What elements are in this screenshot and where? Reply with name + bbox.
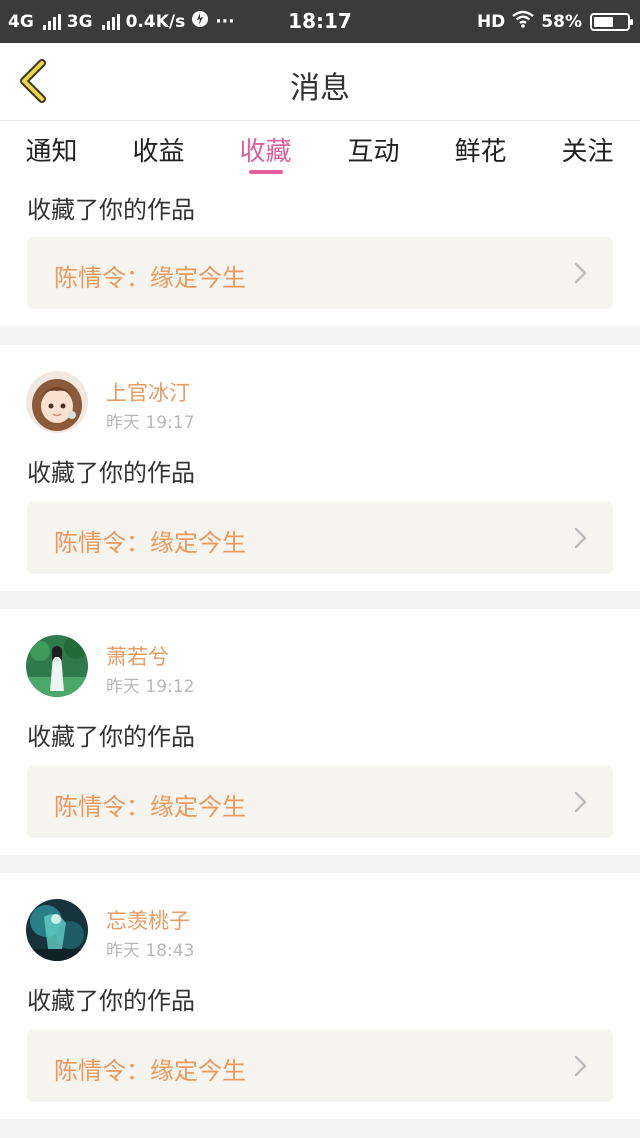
- tab-flowers[interactable]: 鲜花: [427, 131, 534, 168]
- chevron-right-icon: [574, 527, 587, 549]
- avatar-image: [26, 371, 88, 433]
- work-link[interactable]: 陈情令：缘定今生: [27, 1030, 613, 1102]
- timestamp: 昨天 19:12: [106, 677, 195, 697]
- active-tab-indicator: [249, 170, 283, 174]
- avatar-image: [26, 899, 88, 961]
- tab-interactions[interactable]: 互动: [320, 131, 427, 168]
- work-title: 陈情令：缘定今生: [54, 1057, 246, 1085]
- work-link[interactable]: 陈情令：缘定今生: [27, 502, 613, 574]
- message-card: 上官冰汀 昨天 19:17 收藏了你的作品 陈情令：缘定今生: [0, 345, 640, 591]
- username[interactable]: 萧若兮: [106, 641, 169, 671]
- message-action: 收藏了你的作品: [27, 459, 195, 487]
- work-title: 陈情令：缘定今生: [54, 264, 246, 292]
- tab-favorites[interactable]: 收藏: [212, 131, 319, 168]
- tab-bar: 通知 收益 收藏 互动 鲜花 关注: [0, 120, 640, 180]
- tab-earnings[interactable]: 收益: [105, 131, 212, 168]
- page-title: 消息: [290, 71, 350, 106]
- message-card: 萧若兮 昨天 19:12 收藏了你的作品 陈情令：缘定今生: [0, 609, 640, 855]
- username[interactable]: 上官冰汀: [106, 377, 190, 407]
- work-title: 陈情令：缘定今生: [54, 529, 246, 557]
- chevron-right-icon: [574, 1055, 587, 1077]
- wifi-icon: [511, 10, 535, 33]
- avatar[interactable]: [26, 371, 88, 433]
- status-bar: 4G 3G 0.4K/s ··· 18:17 HD 58%: [0, 0, 640, 43]
- timestamp: 昨天 18:43: [106, 941, 195, 961]
- timestamp: 昨天 19:17: [106, 413, 195, 433]
- chevron-right-icon: [574, 791, 587, 813]
- avatar-image: [26, 635, 88, 697]
- username[interactable]: 忘羡桃子: [106, 905, 190, 935]
- hd-label: HD: [476, 11, 506, 32]
- work-link[interactable]: 陈情令：缘定今生: [27, 766, 613, 838]
- work-title: 陈情令：缘定今生: [54, 793, 246, 821]
- avatar[interactable]: [26, 635, 88, 697]
- avatar[interactable]: [26, 899, 88, 961]
- message-card: 忘羡桃子 昨天 18:43 收藏了你的作品 陈情令：缘定今生: [0, 873, 640, 1119]
- status-right: HD 58%: [476, 10, 633, 33]
- tab-following[interactable]: 关注: [534, 131, 640, 168]
- message-action: 收藏了你的作品: [27, 987, 195, 1015]
- message-card: 收藏了你的作品 陈情令：缘定今生: [0, 180, 640, 326]
- message-action: 收藏了你的作品: [27, 723, 195, 751]
- message-action: 收藏了你的作品: [27, 196, 195, 224]
- chevron-right-icon: [574, 262, 587, 284]
- tab-notifications[interactable]: 通知: [0, 131, 105, 168]
- battery-percent: 58%: [541, 11, 582, 32]
- navigation-header: 消息: [0, 43, 640, 120]
- work-link[interactable]: 陈情令：缘定今生: [27, 237, 613, 309]
- battery-icon: [590, 12, 633, 31]
